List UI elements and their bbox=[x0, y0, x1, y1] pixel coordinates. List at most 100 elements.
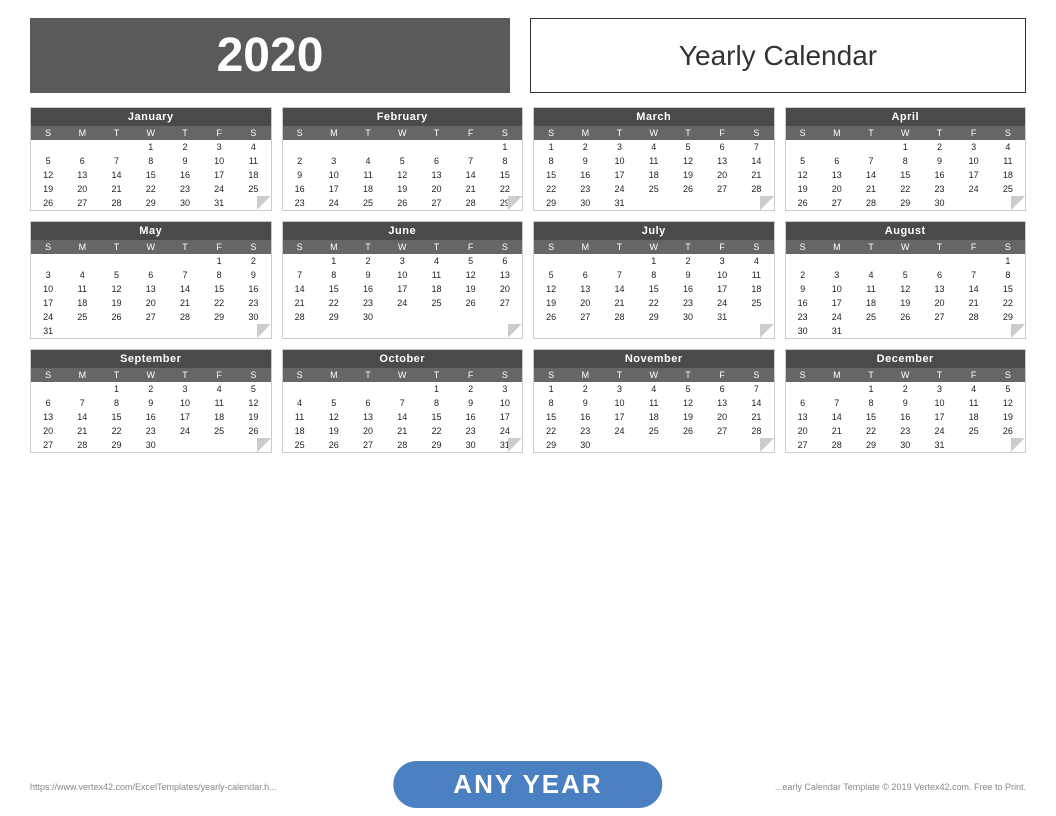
day-cell: 23 bbox=[568, 182, 602, 196]
day-cell: 5 bbox=[786, 154, 820, 168]
dow-label: W bbox=[134, 240, 168, 254]
day-cell: 0 bbox=[922, 254, 956, 268]
dow-label: T bbox=[602, 240, 636, 254]
day-cell: 2 bbox=[168, 140, 202, 154]
month-block-april: AprilSMTWTFS0001234567891011121314151617… bbox=[785, 107, 1027, 211]
day-cell: 0 bbox=[236, 438, 270, 452]
dow-label: S bbox=[991, 240, 1025, 254]
day-cell: 29 bbox=[534, 196, 568, 210]
dow-label: F bbox=[454, 240, 488, 254]
months-grid: JanuarySMTWTFS00012345678910111213141516… bbox=[30, 107, 1026, 453]
dow-label: T bbox=[168, 368, 202, 382]
day-cell: 22 bbox=[534, 424, 568, 438]
dow-row: SMTWTFS bbox=[283, 240, 523, 254]
day-cell: 20 bbox=[488, 282, 522, 296]
day-cell: 12 bbox=[671, 154, 705, 168]
day-cell: 20 bbox=[786, 424, 820, 438]
day-cell: 8 bbox=[134, 154, 168, 168]
day-cell: 8 bbox=[888, 154, 922, 168]
day-cell: 24 bbox=[488, 424, 522, 438]
dow-label: T bbox=[854, 126, 888, 140]
day-cell: 1 bbox=[637, 254, 671, 268]
day-cell: 17 bbox=[202, 168, 236, 182]
day-cell: 8 bbox=[419, 396, 453, 410]
dow-label: T bbox=[671, 368, 705, 382]
day-cell: 0 bbox=[786, 254, 820, 268]
days-grid: 1234567891011121314151617181920212223242… bbox=[534, 382, 774, 452]
day-cell: 1 bbox=[202, 254, 236, 268]
day-cell: 14 bbox=[99, 168, 133, 182]
day-cell: 3 bbox=[31, 268, 65, 282]
day-cell: 15 bbox=[202, 282, 236, 296]
dow-row: SMTWTFS bbox=[786, 240, 1026, 254]
day-cell: 13 bbox=[786, 410, 820, 424]
day-cell: 7 bbox=[739, 382, 773, 396]
day-cell: 11 bbox=[419, 268, 453, 282]
dow-row: SMTWTFS bbox=[786, 368, 1026, 382]
day-cell: 22 bbox=[99, 424, 133, 438]
dow-label: T bbox=[419, 240, 453, 254]
dow-label: F bbox=[202, 126, 236, 140]
day-cell: 26 bbox=[671, 182, 705, 196]
day-cell: 20 bbox=[705, 410, 739, 424]
day-cell: 9 bbox=[568, 154, 602, 168]
day-cell: 26 bbox=[671, 424, 705, 438]
dow-label: M bbox=[65, 368, 99, 382]
day-cell: 30 bbox=[671, 310, 705, 324]
day-cell: 24 bbox=[317, 196, 351, 210]
day-cell: 5 bbox=[385, 154, 419, 168]
dow-label: S bbox=[991, 368, 1025, 382]
day-cell: 26 bbox=[454, 296, 488, 310]
dow-label: M bbox=[568, 368, 602, 382]
month-name: February bbox=[283, 108, 523, 126]
day-cell: 4 bbox=[351, 154, 385, 168]
day-cell: 30 bbox=[786, 324, 820, 338]
day-cell: 1 bbox=[419, 382, 453, 396]
day-cell: 12 bbox=[385, 168, 419, 182]
dow-label: W bbox=[637, 368, 671, 382]
day-cell: 28 bbox=[65, 438, 99, 452]
dow-label: T bbox=[671, 126, 705, 140]
dow-label: S bbox=[534, 368, 568, 382]
day-cell: 13 bbox=[31, 410, 65, 424]
day-cell: 12 bbox=[888, 282, 922, 296]
day-cell: 2 bbox=[236, 254, 270, 268]
day-cell: 20 bbox=[65, 182, 99, 196]
day-cell: 15 bbox=[99, 410, 133, 424]
day-cell: 14 bbox=[283, 282, 317, 296]
day-cell: 16 bbox=[671, 282, 705, 296]
day-cell: 20 bbox=[568, 296, 602, 310]
day-cell: 0 bbox=[671, 196, 705, 210]
day-cell: 19 bbox=[671, 168, 705, 182]
day-cell: 0 bbox=[454, 140, 488, 154]
day-cell: 3 bbox=[957, 140, 991, 154]
day-cell: 27 bbox=[134, 310, 168, 324]
day-cell: 0 bbox=[31, 254, 65, 268]
day-cell: 1 bbox=[854, 382, 888, 396]
dow-label: M bbox=[568, 126, 602, 140]
dow-label: T bbox=[671, 240, 705, 254]
day-cell: 9 bbox=[351, 268, 385, 282]
day-cell: 8 bbox=[534, 154, 568, 168]
dow-label: M bbox=[317, 240, 351, 254]
day-cell: 23 bbox=[922, 182, 956, 196]
month-name: September bbox=[31, 350, 271, 368]
day-cell: 1 bbox=[488, 140, 522, 154]
month-block-december: DecemberSMTWTFS0012345678910111213141516… bbox=[785, 349, 1027, 453]
day-cell: 16 bbox=[134, 410, 168, 424]
footer: https://www.vertex42.com/ExcelTemplates/… bbox=[0, 758, 1056, 816]
day-cell: 28 bbox=[739, 424, 773, 438]
day-cell: 19 bbox=[31, 182, 65, 196]
day-cell: 15 bbox=[991, 282, 1025, 296]
day-cell: 16 bbox=[283, 182, 317, 196]
day-cell: 7 bbox=[854, 154, 888, 168]
day-cell: 24 bbox=[705, 296, 739, 310]
day-cell: 16 bbox=[454, 410, 488, 424]
day-cell: 17 bbox=[385, 282, 419, 296]
dow-label: W bbox=[637, 240, 671, 254]
dow-label: S bbox=[488, 240, 522, 254]
day-cell: 31 bbox=[31, 324, 65, 338]
month-block-october: OctoberSMTWTFS00001234567891011121314151… bbox=[282, 349, 524, 453]
day-cell: 20 bbox=[419, 182, 453, 196]
day-cell: 22 bbox=[317, 296, 351, 310]
